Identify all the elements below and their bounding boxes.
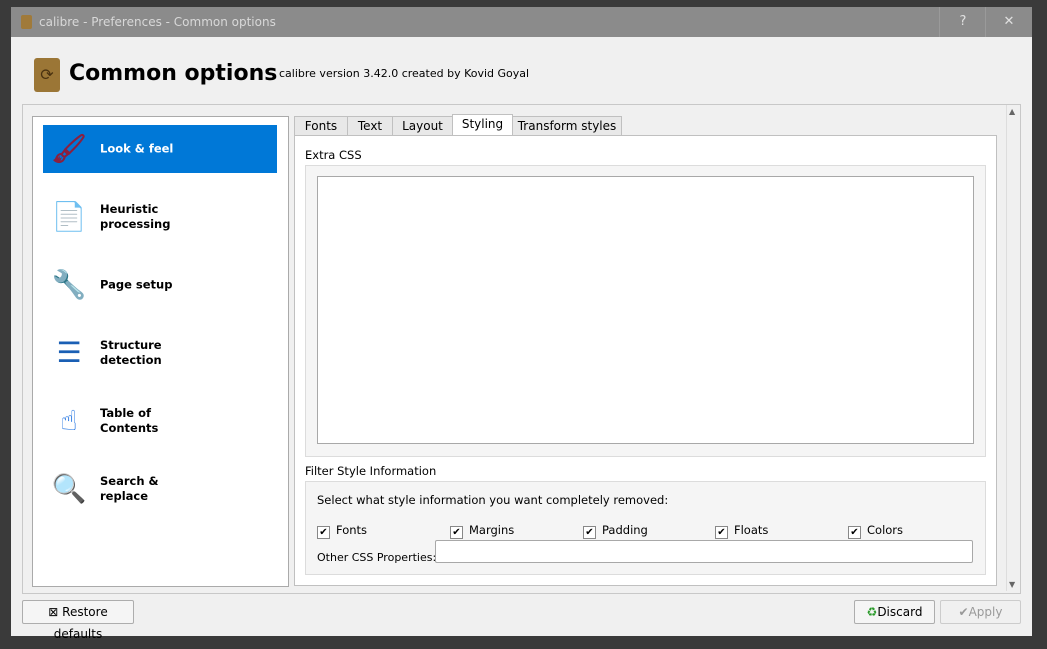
tab-styling[interactable]: Styling [452,114,513,137]
discard-button[interactable]: ♻Discard [854,600,935,624]
extra-css-group [305,165,986,457]
check-icon: ✔ [583,526,596,539]
other-css-label: Other CSS Properties: [317,551,437,564]
filter-prompt: Select what style information you want c… [317,493,669,507]
extra-css-label: Extra CSS [305,148,362,162]
window-title: calibre - Preferences - Common options [39,15,276,29]
check-icon: ✔ [848,526,861,539]
fonts-checkbox[interactable]: ✔ Fonts [317,523,367,539]
title-bar: calibre - Preferences - Common options ?… [11,7,1032,37]
tools-icon: 🔧 [51,268,87,301]
tab-layout[interactable]: Layout [392,116,453,136]
restore-defaults-button[interactable]: ⊠ Restore defaults [22,600,134,641]
sidebar-item-structure-detection[interactable]: ☰ Structure detection [43,329,277,377]
preferences-window: calibre - Preferences - Common options ?… [11,7,1032,641]
sidebar-item-table-of-contents[interactable]: ☝ Table of Contents [43,397,277,445]
sidebar-item-page-setup[interactable]: 🔧 Page setup [43,261,277,309]
toc-hand-icon: ☝ [60,404,78,437]
tab-transform-styles[interactable]: Transform styles [512,116,622,136]
calibre-icon [21,15,32,29]
filter-style-label: Filter Style Information [305,464,437,478]
styling-pane: Extra CSS Filter Style Information Selec… [294,135,997,586]
margins-checkbox[interactable]: ✔ Margins [450,523,514,539]
calibre-logo-icon: ⟳ [34,58,60,92]
page-title: Common options [69,61,278,86]
magnifier-icon: 🔍 [51,472,87,505]
colors-checkbox[interactable]: ✔ Colors [848,523,903,539]
numbered-list-icon: ☰ [56,336,82,369]
extra-css-textarea[interactable] [317,176,974,444]
close-button[interactable]: ✕ [985,7,1032,37]
padding-checkbox[interactable]: ✔ Padding [583,523,648,539]
check-icon: ✔ [450,526,463,539]
sidebar-item-look-and-feel[interactable]: 🖌 Look & feel [43,125,277,173]
help-button[interactable]: ? [939,7,986,37]
scrollbar[interactable]: ▲ ▼ [1006,105,1020,591]
check-icon: ✔ [715,526,728,539]
sidebar: 🖌 Look & feel 📄 Heuristic processing 🔧 Page… [32,116,289,587]
apply-button[interactable]: ✔Apply [940,600,1021,624]
scroll-down-icon[interactable]: ▼ [1009,580,1015,589]
sidebar-item-search-replace[interactable]: 🔍 Search & replace [43,465,277,513]
brush-icon: 🖌 [51,132,87,165]
sidebar-item-heuristic-processing[interactable]: 📄 Heuristic processing [43,193,277,241]
tab-fonts[interactable]: Fonts [294,116,348,136]
other-css-input[interactable] [435,540,973,563]
version-text: calibre version 3.42.0 created by Kovid … [279,67,530,80]
floats-checkbox[interactable]: ✔ Floats [715,523,768,539]
tab-text[interactable]: Text [347,116,393,136]
recycle-icon: ♻ [866,605,878,619]
document-bandage-icon: 📄 [51,200,87,233]
restore-icon: ⊠ [48,605,59,619]
checkmark-icon: ✔ [958,605,969,619]
check-icon: ✔ [317,526,330,539]
scroll-up-icon[interactable]: ▲ [1009,107,1015,116]
